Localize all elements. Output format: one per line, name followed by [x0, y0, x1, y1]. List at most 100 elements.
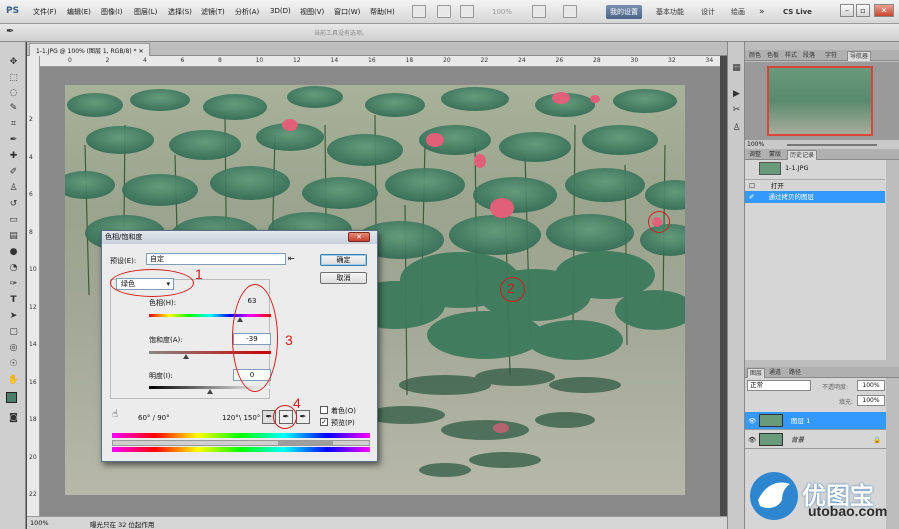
menu-3d[interactable]: 3D(D) [270, 7, 291, 15]
panel-tools-icon[interactable]: ✂ [730, 104, 743, 117]
color-range-span[interactable] [278, 441, 333, 445]
fill-input[interactable]: 100% [857, 395, 885, 406]
blend-mode-select[interactable]: 正常 [747, 380, 811, 391]
tab-paragraph[interactable]: 段落 [801, 51, 817, 61]
workspace-my-settings[interactable]: 我的设置 [606, 5, 642, 19]
layer-row-background[interactable]: 👁 背景 🔒 [745, 431, 886, 449]
tab-swatches[interactable]: 色板 [765, 51, 781, 61]
zoom-level[interactable]: 100% [488, 5, 516, 19]
history-item-layer-copy[interactable]: ✐ 通过拷贝的图层 [745, 191, 885, 203]
opacity-input[interactable]: 100% [857, 380, 885, 391]
menu-edit[interactable]: 编辑(E) [67, 7, 91, 17]
history-brush-icon[interactable]: ↺ [7, 198, 20, 211]
healing-brush-icon[interactable]: ✚ [7, 150, 20, 163]
colorize-label: 着色(O) [331, 407, 356, 415]
minimize-icon[interactable]: – [840, 4, 854, 17]
marquee-tool-icon[interactable]: ⬚ [7, 72, 20, 85]
menu-image[interactable]: 图像(I) [101, 7, 123, 17]
workspace-essentials[interactable]: 基本功能 [652, 5, 688, 19]
crop-tool-icon[interactable]: ⌗ [7, 118, 20, 131]
close-icon[interactable]: ✕ [874, 4, 894, 17]
more-workspaces-icon[interactable]: » [755, 5, 769, 19]
menu-window[interactable]: 窗口(W) [334, 7, 360, 17]
history-brush-source-icon[interactable]: ✐ [749, 193, 754, 201]
lasso-tool-icon[interactable]: ◌ [7, 87, 20, 100]
eraser-tool-icon[interactable]: ▭ [7, 214, 20, 227]
eyedropper-tool-icon[interactable]: ✒ [6, 26, 14, 37]
quick-select-tool-icon[interactable]: ✎ [7, 102, 20, 115]
dialog-close-icon[interactable]: ✕ [348, 232, 370, 242]
preset-select[interactable]: 自定 [146, 253, 286, 265]
status-zoom[interactable]: 100% [30, 519, 49, 527]
menu-layer[interactable]: 图层(L) [134, 7, 157, 17]
hand-tool-icon[interactable]: ✋ [7, 374, 20, 387]
restore-icon[interactable]: ▫ [856, 4, 870, 17]
preset-options-icon[interactable]: ⇤ [288, 254, 295, 263]
type-tool-icon[interactable]: T [7, 294, 20, 307]
clone-stamp-icon[interactable]: ♙ [7, 182, 20, 195]
gradient-tool-icon[interactable]: ▤ [7, 230, 20, 243]
pen-tool-icon[interactable]: ✑ [7, 278, 20, 291]
ok-button[interactable]: 确定 [320, 254, 367, 266]
arrange-docs-icon[interactable] [532, 5, 546, 18]
move-tool-icon[interactable]: ✥ [7, 56, 20, 69]
layer-visibility-icon[interactable]: 👁 [748, 417, 756, 425]
menu-help[interactable]: 帮助(H) [370, 7, 395, 17]
menu-analysis[interactable]: 分析(A) [235, 7, 259, 17]
tab-color[interactable]: 颜色 [747, 51, 763, 61]
dialog-title-bar[interactable]: 色相/饱和度 [102, 231, 377, 244]
bridge-icon[interactable] [412, 5, 426, 18]
eyedropper-icon[interactable]: ✒ [7, 134, 20, 147]
menu-view[interactable]: 视图(V) [300, 7, 324, 17]
history-item-open[interactable]: ☐ 打开 [745, 179, 885, 191]
shape-tool-icon[interactable]: ▢ [7, 326, 20, 339]
history-item-check[interactable]: ☐ [749, 182, 755, 190]
lightness-slider-thumb[interactable] [207, 389, 213, 394]
menu-file[interactable]: 文件(F) [33, 7, 57, 17]
blur-tool-icon[interactable]: ● [7, 246, 20, 259]
background-visibility-icon[interactable]: 👁 [748, 436, 756, 444]
tab-adjustments[interactable]: 调整 [747, 150, 763, 160]
cs-live-button[interactable]: CS Live [779, 5, 816, 19]
path-select-icon[interactable]: ➤ [7, 310, 20, 323]
3d-orbit-icon[interactable]: ☉ [7, 358, 20, 371]
panel-history-icon[interactable]: ▦ [730, 62, 743, 75]
color-range-bar[interactable] [112, 440, 370, 446]
navigator-zoom-slider[interactable] [787, 144, 877, 146]
menu-select[interactable]: 选择(S) [168, 7, 192, 17]
tab-channels[interactable]: 通道 [767, 368, 783, 378]
cancel-button[interactable]: 取消 [320, 272, 367, 284]
workspace-design[interactable]: 设计 [697, 5, 719, 19]
view-extras-icon[interactable] [460, 5, 474, 18]
tab-history[interactable]: 历史记录 [787, 150, 818, 160]
preview-checkbox[interactable]: ✓ [320, 418, 328, 426]
targeted-adjust-hand-icon[interactable]: ☝ [112, 409, 118, 420]
tab-character[interactable]: 字符 [823, 51, 839, 61]
right-panels: 颜色 色板 样式 段落 字符 导航器 100% 调整 蒙版 历史记录 1-1.J… [745, 42, 899, 529]
dodge-tool-icon[interactable]: ◔ [7, 262, 20, 275]
navigator-zoom[interactable]: 100% [747, 141, 764, 148]
brush-tool-icon[interactable]: ✐ [7, 166, 20, 179]
layer-row-1[interactable]: 👁 图层 1 [745, 412, 886, 430]
minibridge-icon[interactable] [437, 5, 451, 18]
eyedropper-subtract-icon[interactable]: ✒ [296, 410, 310, 424]
tab-paths[interactable]: 路径 [787, 368, 803, 378]
tab-masks[interactable]: 蒙版 [767, 150, 783, 160]
navigator-preview[interactable] [767, 66, 873, 136]
tab-layers[interactable]: 图层 [747, 368, 766, 378]
panel-clone-icon[interactable]: ♙ [730, 122, 743, 135]
saturation-slider-thumb[interactable] [183, 354, 189, 359]
menu-filter[interactable]: 滤镜(T) [201, 7, 225, 17]
document-tab[interactable]: 1-1.JPG @ 100% (图层 1, RGB/8) * ✕ [29, 43, 151, 56]
foreground-color-swatch[interactable] [6, 392, 17, 403]
workspace-painting[interactable]: 绘画 [727, 5, 749, 19]
history-snapshot-name[interactable]: 1-1.JPG [785, 164, 809, 172]
3d-rotate-icon[interactable]: ◎ [7, 342, 20, 355]
tab-styles[interactable]: 样式 [783, 51, 799, 61]
tab-navigator[interactable]: 导航器 [847, 51, 872, 61]
quick-mask-icon[interactable]: ◙ [7, 412, 20, 425]
panel-actions-icon[interactable]: ▶ [730, 88, 743, 101]
tab-close-icon[interactable]: ✕ [138, 48, 143, 55]
colorize-checkbox[interactable] [320, 406, 328, 414]
screen-mode-icon[interactable] [563, 5, 577, 18]
